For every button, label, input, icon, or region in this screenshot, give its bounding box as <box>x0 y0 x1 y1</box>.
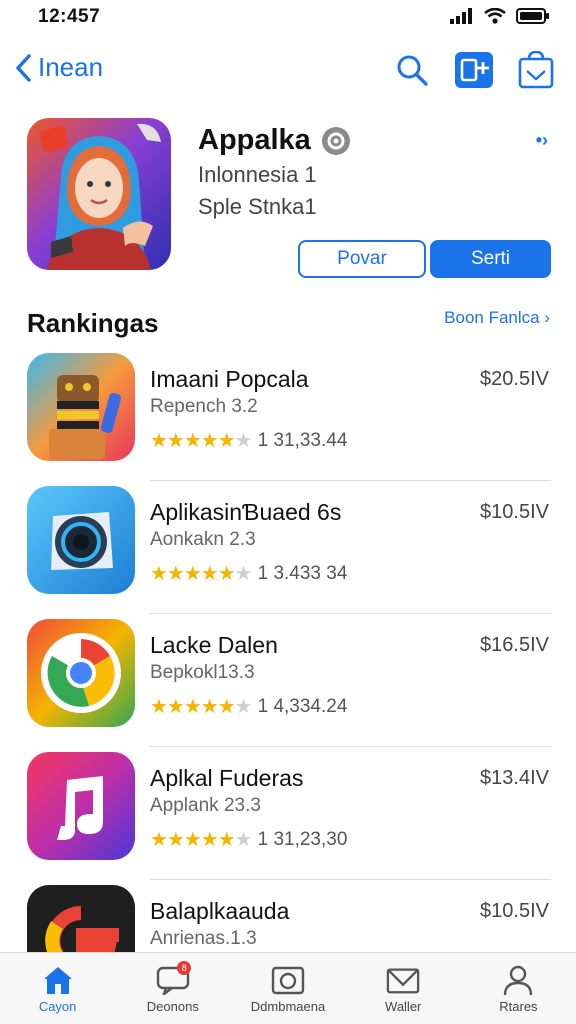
rating-count: 1 31,33.44 <box>257 429 348 451</box>
star-rating: ★★★★★★ <box>150 829 253 851</box>
status-time: 12:457 <box>38 6 101 27</box>
app-name: Imaani Popcala <box>150 366 309 392</box>
app-rating: ★★★★★★ 1 4,334.24 <box>150 694 347 719</box>
app-price[interactable]: $10.5IV <box>480 900 549 923</box>
list-item[interactable]: AplikasinƁuaed 6s Aonkakn 2.3 ★★★★★★ 1 3… <box>0 481 576 614</box>
list-item[interactable]: Lacke Dalen Bepkokl13.3 ★★★★★★ 1 4,334.2… <box>0 614 576 747</box>
music-app-icon <box>27 752 135 860</box>
app-rating: ★★★★★★ 1 3.433 34 <box>150 561 347 586</box>
cellular-signal-icon <box>450 8 472 24</box>
tab-camera[interactable]: Ddmbmaena <box>230 953 345 1024</box>
app-rating: ★★★★★★ 1 31,33.44 <box>150 428 347 453</box>
bag-icon <box>518 51 554 89</box>
app-name: Aplkal Fuderas <box>150 765 304 791</box>
app-price[interactable]: $16.5IV <box>480 634 549 657</box>
tab-label: Waller <box>385 999 422 1014</box>
tab-label: Ddmbmaena <box>250 999 326 1014</box>
share-button[interactable] <box>516 50 556 90</box>
navigation-bar: Inean <box>0 44 576 100</box>
app-subtitle: Aonkakn 2.3 <box>150 529 256 550</box>
avatar-hijab-icon <box>27 118 171 270</box>
featured-subtitle-2: Sple Stnka1 <box>198 194 317 219</box>
list-item[interactable]: Imaani Popcala Repench 3.2 ★★★★★★ 1 31,3… <box>0 348 576 481</box>
app-subtitle: Bepkokl13.3 <box>150 662 255 683</box>
app-price[interactable]: $13.4IV <box>480 767 549 790</box>
app-subtitle: Repench 3.2 <box>150 396 258 417</box>
featured-title: Appalka <box>198 124 311 156</box>
featured-title-row: Appalka <box>198 124 351 157</box>
person-icon <box>504 965 533 996</box>
chrome-app-icon <box>27 619 135 727</box>
chevron-left-icon <box>16 53 31 82</box>
rating-count: 1 31,23,30 <box>257 828 348 850</box>
back-label: Inean <box>38 52 104 82</box>
rankings-list: Imaani Popcala Repench 3.2 ★★★★★★ 1 31,3… <box>0 348 576 1013</box>
camera-icon <box>271 966 305 995</box>
rating-count: 1 3.433 34 <box>257 562 348 584</box>
app-subtitle: Anrienas.1.3 <box>150 928 257 949</box>
star-rating: ★★★★★★ <box>150 563 253 585</box>
more-button[interactable]: •› <box>536 130 548 151</box>
wifi-icon <box>484 8 506 24</box>
preview-button[interactable]: Povar <box>298 240 426 278</box>
battery-icon <box>516 8 549 24</box>
tab-messages[interactable]: 8 Deonons <box>115 953 230 1024</box>
rankings-title: Rankingas <box>27 308 159 338</box>
tab-mail[interactable]: Waller <box>346 953 461 1024</box>
featured-app: Appalka Inlonnesia 1 Sple Stnka1 •› Pova… <box>0 116 576 286</box>
tab-label: Rtares <box>499 999 538 1014</box>
search-icon <box>397 55 428 86</box>
status-bar: 12:457 <box>0 0 576 36</box>
search-button[interactable] <box>392 50 432 90</box>
see-all-link[interactable]: Boon Fanlca › <box>444 308 550 328</box>
app-rating: ★★★★★★ 1 31,23,30 <box>150 827 347 852</box>
add-button[interactable] <box>454 50 494 90</box>
camera-app-icon <box>27 486 135 594</box>
tab-profile[interactable]: Rtares <box>461 953 576 1024</box>
status-indicators <box>450 8 550 24</box>
tab-label: Deonons <box>146 999 199 1014</box>
app-name: Lacke Dalen <box>150 632 278 658</box>
app-subtitle: Applank 23.3 <box>150 795 261 816</box>
get-button[interactable]: Serti <box>430 240 551 278</box>
featured-subtitle-1: Inlonnesia 1 <box>198 162 317 187</box>
app-name: AplikasinƁuaed 6s <box>150 499 342 525</box>
featured-app-icon[interactable] <box>27 118 171 270</box>
app-name: Balaplkaauda <box>150 898 290 924</box>
home-icon <box>43 967 72 994</box>
app-price[interactable]: $20.5IV <box>480 368 549 391</box>
tab-bar: Cayon 8 Deonons Ddmbmaena Waller Rtares <box>0 952 576 1024</box>
rating-count: 1 4,334.24 <box>257 695 348 717</box>
envelope-icon <box>386 968 420 994</box>
star-rating: ★★★★★★ <box>150 430 253 452</box>
nav-actions <box>392 50 556 90</box>
star-rating: ★★★★★★ <box>150 696 253 718</box>
tab-home[interactable]: Cayon <box>0 953 115 1024</box>
verified-badge-icon <box>321 126 350 155</box>
list-item[interactable]: Aplkal Fuderas Applank 23.3 ★★★★★★ 1 31,… <box>0 747 576 880</box>
add-square-icon <box>455 52 493 88</box>
tab-label: Cayon <box>38 999 77 1014</box>
robot-app-icon <box>27 353 135 461</box>
app-price[interactable]: $10.5IV <box>480 501 549 524</box>
back-button[interactable]: Inean <box>14 52 103 83</box>
